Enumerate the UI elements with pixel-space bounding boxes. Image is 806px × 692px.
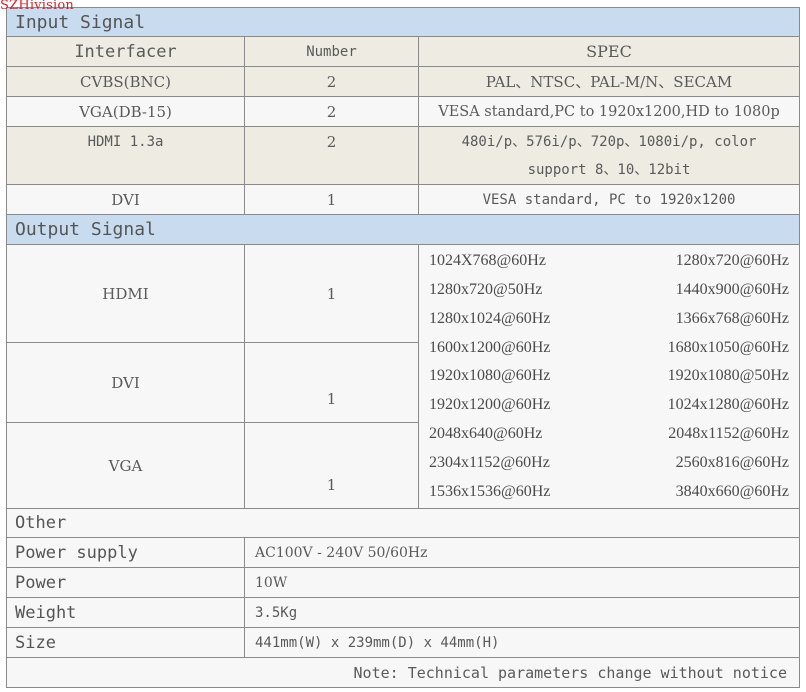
resolution-left: 1280x720@50Hz xyxy=(429,281,543,299)
other-label-weight: Weight xyxy=(7,598,245,628)
other-label-power-supply: Power supply xyxy=(7,538,245,568)
input-interface-vga: VGA(DB-15) xyxy=(7,97,245,127)
resolution-right: 1440x900@60Hz xyxy=(675,281,789,299)
resolution-right: 2048x1152@60Hz xyxy=(668,424,789,442)
header-spec: SPEC xyxy=(419,37,800,67)
resolution-left: 1920x1080@60Hz xyxy=(429,367,551,385)
input-spec-hdmi-line1: 480i/p、576i/p、720p、1080i/p, color xyxy=(461,133,757,150)
watermark: SZHivision xyxy=(0,0,74,13)
resolution-left: 1280x1024@60Hz xyxy=(429,309,551,327)
output-interface-vga: VGA xyxy=(7,423,245,509)
output-number-dvi: 1 xyxy=(245,343,419,423)
resolution-row: 1920x1200@60Hz 1024x1280@60Hz xyxy=(429,396,789,414)
input-interface-cvbs: CVBS(BNC) xyxy=(7,67,245,97)
resolution-left: 1024X768@60Hz xyxy=(429,252,546,270)
resolution-left: 1536x1536@60Hz xyxy=(429,482,551,500)
output-number-hdmi: 1 xyxy=(245,245,419,343)
resolution-right: 3840x660@60Hz xyxy=(675,482,789,500)
input-signal-heading: Input Signal xyxy=(7,8,800,37)
other-heading: Other xyxy=(7,509,800,538)
note-text: Note: Technical parameters change withou… xyxy=(7,658,800,688)
input-interface-dvi: DVI xyxy=(7,185,245,215)
resolution-row: 1536x1536@60Hz 3840x660@60Hz xyxy=(429,483,789,501)
resolution-left: 2304x1152@60Hz xyxy=(429,453,550,471)
resolution-right: 1024x1280@60Hz xyxy=(667,396,789,414)
input-number-dvi: 1 xyxy=(245,185,419,215)
other-value-size: 441mm(W) x 239mm(D) x 44mm(H) xyxy=(245,628,800,658)
input-spec-vga: VESA standard,PC to 1920x1200,HD to 1080… xyxy=(419,97,800,127)
input-spec-cvbs: PAL、NTSC、PAL-M/N、SECAM xyxy=(419,67,800,97)
output-signal-heading: Output Signal xyxy=(7,215,800,245)
output-interface-dvi: DVI xyxy=(7,343,245,423)
resolution-row: 1600x1200@60Hz 1680x1050@60Hz xyxy=(429,339,789,357)
input-number-cvbs: 2 xyxy=(245,67,419,97)
resolution-row: 1920x1080@60Hz 1920x1080@50Hz xyxy=(429,367,789,385)
resolution-row: 1280x1024@60Hz 1366x768@60Hz xyxy=(429,310,789,328)
other-value-power: 10W xyxy=(245,568,800,598)
input-spec-dvi: VESA standard, PC to 1920x1200 xyxy=(419,185,800,215)
output-number-vga: 1 xyxy=(245,423,419,509)
input-spec-hdmi: 480i/p、576i/p、720p、1080i/p, color suppor… xyxy=(419,127,800,185)
input-number-hdmi: 2 xyxy=(245,127,419,185)
other-value-power-supply: AC100V - 240V 50/60Hz xyxy=(245,538,800,568)
resolution-right: 1920x1080@50Hz xyxy=(667,367,789,385)
resolution-right: 1366x768@60Hz xyxy=(675,309,789,327)
input-interface-hdmi: HDMI 1.3a xyxy=(7,127,245,185)
resolution-row: 2304x1152@60Hz 2560x816@60Hz xyxy=(429,454,789,472)
other-label-size: Size xyxy=(7,628,245,658)
header-interface: Interfacer xyxy=(7,37,245,67)
input-number-vga: 2 xyxy=(245,97,419,127)
spec-table: Input Signal Interfacer Number SPEC CVBS… xyxy=(6,7,800,688)
output-interface-hdmi: HDMI xyxy=(7,245,245,343)
resolution-left: 1600x1200@60Hz xyxy=(429,338,551,356)
resolution-right: 1280x720@60Hz xyxy=(675,252,789,270)
resolution-left: 1920x1200@60Hz xyxy=(429,396,551,414)
header-number: Number xyxy=(245,37,419,67)
input-spec-hdmi-line2: support 8、10、12bit xyxy=(527,161,691,178)
resolution-left: 2048x640@60Hz xyxy=(429,424,543,442)
other-value-weight: 3.5Kg xyxy=(245,598,800,628)
resolution-right: 2560x816@60Hz xyxy=(675,453,789,471)
resolution-right: 1680x1050@60Hz xyxy=(667,338,789,356)
other-label-power: Power xyxy=(7,568,245,598)
resolution-row: 1024X768@60Hz 1280x720@60Hz xyxy=(429,252,789,270)
resolution-row: 1280x720@50Hz 1440x900@60Hz xyxy=(429,281,789,299)
resolution-row: 2048x640@60Hz 2048x1152@60Hz xyxy=(429,425,789,443)
output-resolution-list: 1024X768@60Hz 1280x720@60Hz 1280x720@50Hz… xyxy=(419,245,800,509)
